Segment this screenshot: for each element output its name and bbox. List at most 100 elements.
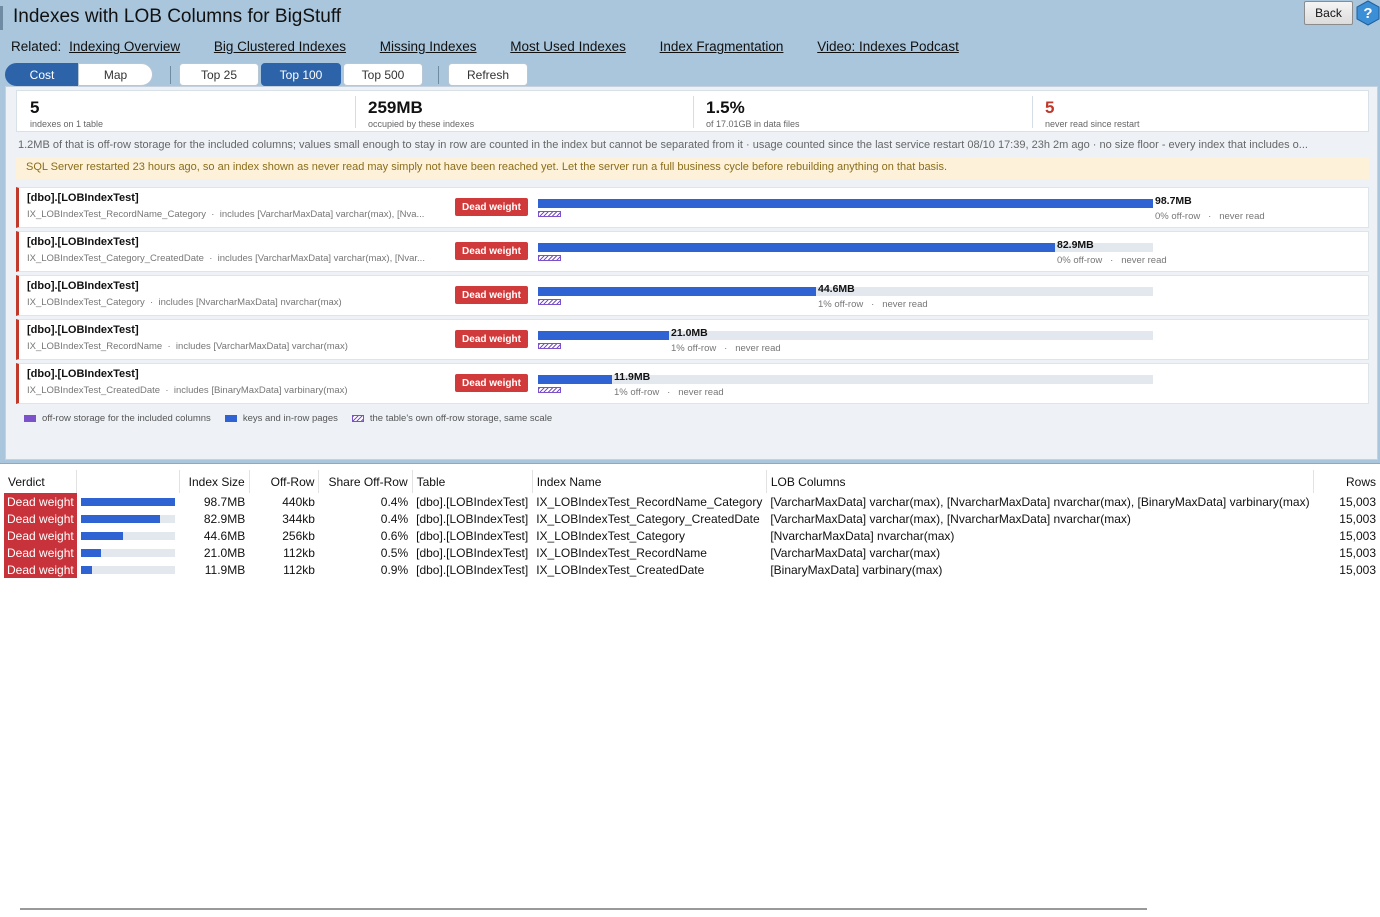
col-off-row[interactable]: Off-Row bbox=[249, 470, 320, 493]
row-reads: never read bbox=[735, 343, 781, 354]
table-offrow-swatch bbox=[538, 255, 561, 261]
table-row[interactable]: Dead weight 44.6MB 256kb 0.6% [dbo].[LOBInde… bbox=[4, 527, 1380, 544]
row-offrow: 1% off-row bbox=[614, 387, 660, 398]
cell-table: [dbo].[LOBIndexTest] bbox=[416, 562, 529, 577]
link-video-indexes-podcast[interactable]: Video: Indexes Podcast bbox=[817, 39, 959, 54]
stat-index-count: 5 indexes on 1 table bbox=[17, 91, 355, 133]
legend-label: keys and in-row pages bbox=[242, 413, 338, 424]
col-rows[interactable]: Rows bbox=[1314, 470, 1380, 493]
cell-index-name: IX_LOBIndexTest_RecordName_Category bbox=[536, 494, 763, 509]
cell-verdict: Dead weight bbox=[4, 493, 77, 510]
view-cost-button[interactable]: Cost bbox=[5, 63, 79, 86]
legend-swatch-table-offrow bbox=[351, 415, 364, 422]
row-size: 44.6MB bbox=[818, 283, 855, 295]
help-icon[interactable]: ? bbox=[1356, 0, 1380, 26]
cell-rows: 15,003 bbox=[1339, 528, 1376, 543]
row-meta: 0% off-row · never read bbox=[1155, 211, 1265, 222]
cell-lob-columns: [VarcharMaxData] varchar(max) bbox=[770, 545, 941, 560]
cell-size-bar bbox=[77, 493, 179, 510]
index-row[interactable]: [dbo].[LOBIndexTest] IX_LOBIndexTest_Cate… bbox=[16, 231, 1369, 272]
top-100-button[interactable]: Top 100 bbox=[261, 63, 341, 86]
cell-size-bar bbox=[77, 510, 179, 527]
link-index-fragmentation[interactable]: Index Fragmentation bbox=[660, 39, 784, 54]
row-size: 11.9MB bbox=[614, 371, 651, 383]
summary-notes: 1.2MB of that is off-row storage for the… bbox=[18, 139, 1308, 151]
row-index-name: IX_LOBIndexTest_RecordName bbox=[27, 341, 163, 352]
col-index-name[interactable]: Index Name bbox=[532, 470, 767, 493]
index-row[interactable]: [dbo].[LOBIndexTest] IX_LOBIndexTest_Crea… bbox=[16, 363, 1369, 404]
row-separator: · bbox=[203, 253, 218, 264]
results-grid: Verdict Index Size Off-Row Share Off-Row… bbox=[0, 463, 1380, 917]
cell-table: [dbo].[LOBIndexTest] bbox=[416, 494, 529, 509]
table-offrow-swatch bbox=[538, 387, 561, 393]
table-row[interactable]: Dead weight 82.9MB 344kb 0.4% [dbo].[LOBInde… bbox=[4, 510, 1380, 527]
row-includes: includes [NvarcharMaxData] nvarchar(max) bbox=[158, 297, 342, 308]
cost-panel: 5 indexes on 1 table 259MB occupied by t… bbox=[5, 86, 1378, 460]
row-index-name: IX_LOBIndexTest_CreatedDate bbox=[27, 385, 161, 396]
cell-size-bar bbox=[77, 527, 179, 544]
table-row[interactable]: Dead weight 11.9MB 112kb 0.9% [dbo].[LOBInde… bbox=[4, 561, 1380, 578]
size-bar-fill bbox=[538, 375, 612, 384]
cell-verdict: Dead weight bbox=[4, 561, 77, 578]
stat-share-of-files: 1.5% of 17.01GB in data files bbox=[693, 91, 1031, 133]
cell-table: [dbo].[LOBIndexTest] bbox=[416, 511, 529, 526]
stats-strip: 5 indexes on 1 table 259MB occupied by t… bbox=[16, 90, 1369, 132]
row-offrow: 1% off-row bbox=[671, 343, 717, 354]
col-share-off-row[interactable]: Share Off-Row bbox=[318, 470, 413, 493]
table-row[interactable]: Dead weight 98.7MB 440kb 0.4% [dbo].[LOBInde… bbox=[4, 493, 1380, 510]
top-25-button[interactable]: Top 25 bbox=[179, 63, 259, 86]
row-meta: 1% off-row · never read bbox=[671, 343, 781, 354]
stat-label: indexes on 1 table bbox=[30, 119, 104, 129]
cell-index-size: 82.9MB bbox=[203, 511, 246, 526]
row-table-name: [dbo].[LOBIndexTest] bbox=[27, 236, 139, 248]
verdict-badge: Dead weight bbox=[455, 286, 528, 304]
view-map-button[interactable]: Map bbox=[78, 63, 153, 86]
top-500-button[interactable]: Top 500 bbox=[343, 63, 423, 86]
size-bar-fill bbox=[538, 243, 1055, 252]
mini-bar-track bbox=[80, 566, 175, 575]
cell-off-row: 440kb bbox=[282, 494, 315, 509]
cell-rows: 15,003 bbox=[1339, 545, 1376, 560]
related-label: Related: bbox=[11, 39, 62, 54]
stat-value: 1.5% bbox=[706, 98, 745, 117]
row-table-name: [dbo].[LOBIndexTest] bbox=[27, 368, 139, 380]
link-most-used-indexes[interactable]: Most Used Indexes bbox=[510, 39, 626, 54]
row-size: 98.7MB bbox=[1155, 195, 1192, 207]
col-table[interactable]: Table bbox=[412, 470, 533, 493]
legend: off-row storage for the included columns… bbox=[24, 413, 566, 424]
cell-share-off-row: 0.9% bbox=[380, 562, 409, 577]
cell-verdict: Dead weight bbox=[4, 544, 77, 561]
link-big-clustered-indexes[interactable]: Big Clustered Indexes bbox=[214, 39, 346, 54]
col-lob-columns[interactable]: LOB Columns bbox=[766, 470, 1315, 493]
row-includes: includes [VarcharMaxData] varchar(max), … bbox=[219, 209, 425, 220]
row-index-name: IX_LOBIndexTest_Category_CreatedDate bbox=[27, 253, 204, 264]
row-size: 82.9MB bbox=[1057, 239, 1094, 251]
horizontal-scrollbar[interactable] bbox=[20, 908, 1147, 910]
stat-value: 5 bbox=[1045, 98, 1055, 117]
table-row[interactable]: Dead weight 21.0MB 112kb 0.5% [dbo].[LOBInde… bbox=[4, 544, 1380, 561]
cell-lob-columns: [NvarcharMaxData] nvarchar(max) bbox=[770, 528, 955, 543]
cell-size-bar bbox=[77, 561, 179, 578]
row-table-name: [dbo].[LOBIndexTest] bbox=[27, 324, 139, 336]
row-index-name: IX_LOBIndexTest_RecordName_Category bbox=[27, 209, 207, 220]
row-reads: never read bbox=[1219, 211, 1265, 222]
cell-share-off-row: 0.6% bbox=[380, 528, 409, 543]
mini-bar-fill bbox=[80, 515, 160, 524]
index-row[interactable]: [dbo].[LOBIndexTest] IX_LOBIndexTest_Reco… bbox=[16, 187, 1369, 228]
index-row[interactable]: [dbo].[LOBIndexTest] IX_LOBIndexTest_Reco… bbox=[16, 319, 1369, 360]
cell-index-size: 44.6MB bbox=[203, 528, 246, 543]
col-verdict[interactable]: Verdict bbox=[4, 470, 78, 493]
table-offrow-swatch bbox=[538, 211, 561, 217]
index-row[interactable]: [dbo].[LOBIndexTest] IX_LOBIndexTest_Cate… bbox=[16, 275, 1369, 316]
col-size-bar[interactable] bbox=[76, 470, 180, 493]
mini-bar-track bbox=[80, 532, 175, 541]
cell-share-off-row: 0.4% bbox=[380, 511, 409, 526]
link-missing-indexes[interactable]: Missing Indexes bbox=[380, 39, 477, 54]
col-index-size[interactable]: Index Size bbox=[179, 470, 250, 493]
link-indexing-overview[interactable]: Indexing Overview bbox=[69, 39, 180, 54]
back-button[interactable]: Back bbox=[1304, 1, 1353, 25]
refresh-button[interactable]: Refresh bbox=[448, 63, 528, 86]
mini-bar-track bbox=[80, 515, 175, 524]
row-meta: 0% off-row · never read bbox=[1057, 255, 1167, 266]
cell-table: [dbo].[LOBIndexTest] bbox=[416, 545, 529, 560]
